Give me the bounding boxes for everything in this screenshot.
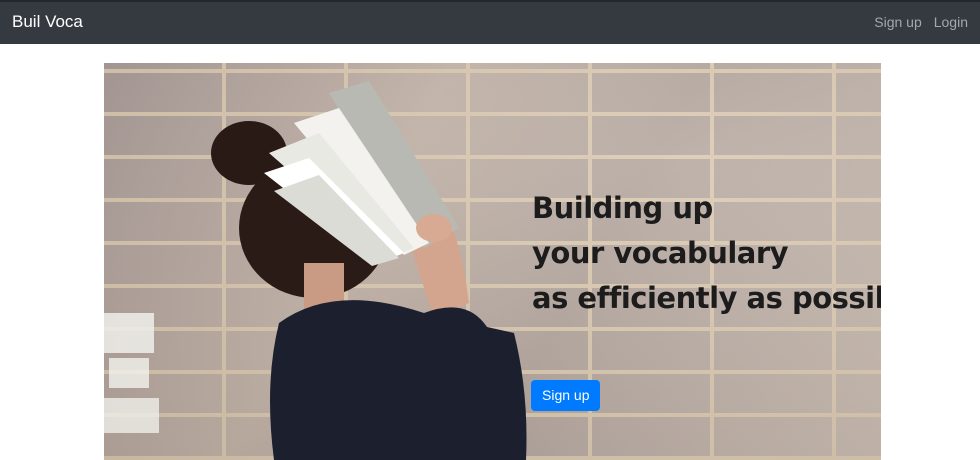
nav-login-link[interactable]: Login — [934, 14, 968, 30]
hero-banner: Building up your vocabulary as efficient… — [104, 63, 881, 460]
headline-line-3: as efficiently as possible — [532, 281, 881, 315]
top-navbar: Buil Voca Sign up Login — [0, 0, 980, 44]
headline-line-1: Building up — [532, 191, 713, 225]
nav-links: Sign up Login — [874, 14, 968, 30]
hero-signup-button[interactable]: Sign up — [531, 380, 601, 411]
nav-signup-link[interactable]: Sign up — [874, 14, 921, 30]
hero-headline: Building up your vocabulary as efficient… — [532, 186, 881, 321]
brand-link[interactable]: Buil Voca — [12, 12, 83, 32]
headline-line-2: your vocabulary — [532, 236, 789, 270]
